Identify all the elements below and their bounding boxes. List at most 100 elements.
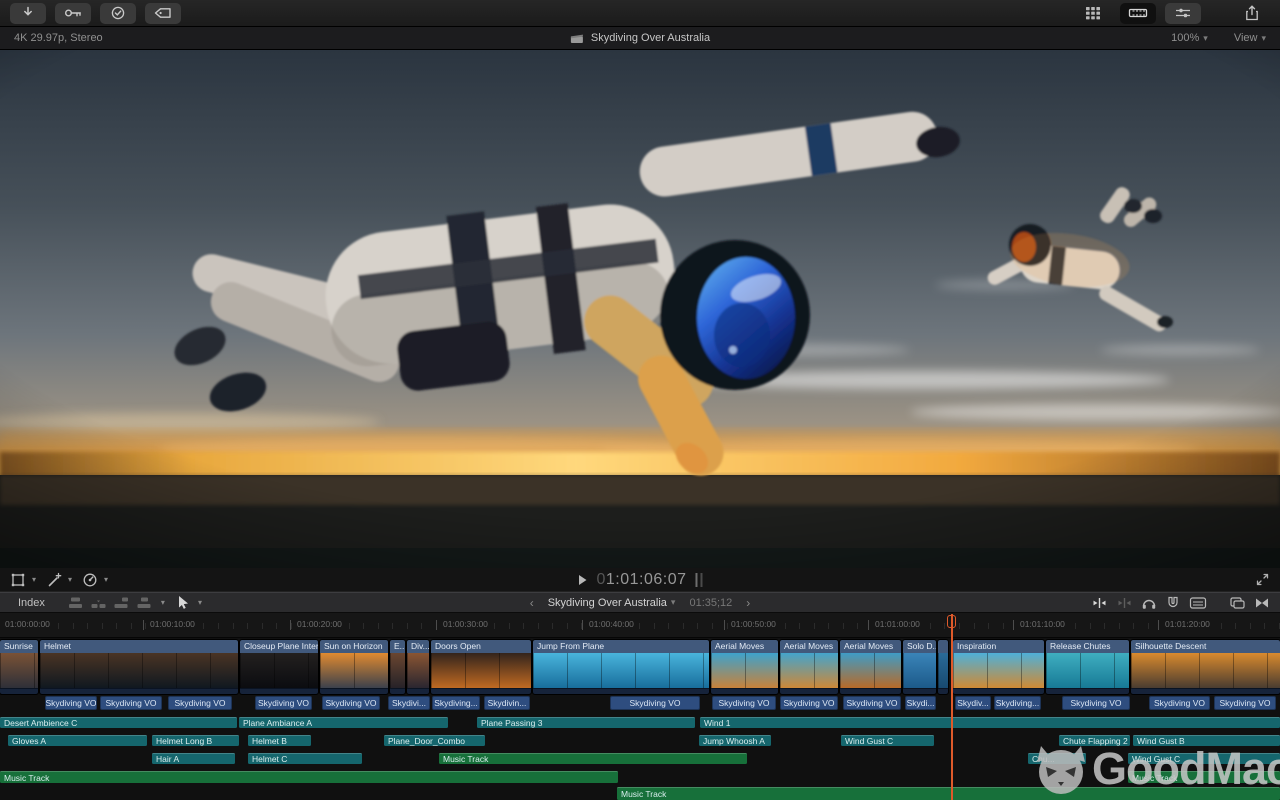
- clip-appearance-icon[interactable]: [1189, 596, 1207, 610]
- solo-icon[interactable]: [1141, 596, 1157, 610]
- voiceover-clip[interactable]: Skydiving VO: [1062, 696, 1130, 710]
- video-clip[interactable]: Aerial Moves: [711, 640, 778, 694]
- video-clip[interactable]: Release Chutes: [1046, 640, 1129, 694]
- video-clip-thumbnails: [0, 653, 38, 688]
- transform-tool-icon[interactable]: [10, 572, 26, 588]
- video-clip[interactable]: Jump From Plane: [533, 640, 709, 694]
- voiceover-clip[interactable]: Skydiving VO: [168, 696, 232, 710]
- audio-clip[interactable]: Desert Ambience C: [0, 717, 237, 728]
- video-clip[interactable]: Closeup Plane Interior: [240, 640, 318, 694]
- chevron-down-icon[interactable]: ▾: [68, 575, 72, 584]
- import-button[interactable]: [10, 3, 46, 24]
- tag-button[interactable]: [145, 3, 181, 24]
- chevron-down-icon[interactable]: ▾: [161, 598, 165, 607]
- video-clip[interactable]: Sunrise: [0, 640, 38, 694]
- voiceover-clip[interactable]: Skydiving VO: [843, 696, 901, 710]
- playhead-line[interactable]: [951, 614, 953, 800]
- video-clip[interactable]: [938, 640, 948, 694]
- voiceover-clip[interactable]: Skydiving VO: [1214, 696, 1276, 710]
- video-clip[interactable]: Helmet: [40, 640, 238, 694]
- transitions-icon[interactable]: [1254, 596, 1270, 610]
- index-button[interactable]: Index: [18, 597, 45, 609]
- viewer-zoom-menu[interactable]: 100%▾: [1171, 32, 1208, 44]
- select-tool-icon[interactable]: [177, 595, 190, 610]
- audio-clip[interactable]: Helmet B: [248, 735, 311, 746]
- audio-clip[interactable]: Plane_Door_Combo: [384, 735, 485, 746]
- playhead-marker[interactable]: [947, 615, 956, 628]
- voiceover-clip[interactable]: Skydiving VO: [45, 696, 97, 710]
- keyword-button[interactable]: [55, 3, 91, 24]
- voiceover-clip[interactable]: Skydiv...: [955, 696, 991, 710]
- ruler-tick-label: 01:00:10:00: [147, 619, 198, 629]
- video-clip-thumbnails: [711, 653, 778, 688]
- chevron-down-icon[interactable]: ▾: [198, 598, 202, 607]
- audio-clip[interactable]: Plane Passing 3: [477, 717, 695, 728]
- filmstrip-view-button[interactable]: [1120, 3, 1156, 24]
- video-clip[interactable]: Inspiration: [953, 640, 1044, 694]
- audio-clip[interactable]: Jump Whoosh A: [699, 735, 771, 746]
- viewer-header: 4K 29.97p, Stereo Skydiving Over Austral…: [0, 27, 1280, 50]
- inspector-button[interactable]: [1165, 3, 1201, 24]
- voiceover-clip[interactable]: Skydiving...: [994, 696, 1041, 710]
- snapping-icon[interactable]: [1165, 596, 1181, 610]
- audio-clip[interactable]: Music Track: [439, 753, 747, 764]
- audio-clip[interactable]: Wind Gust C: [841, 735, 934, 746]
- audio-clip[interactable]: Helmet Long B: [152, 735, 239, 746]
- timecode-display[interactable]: 01:01:06:07: [596, 571, 686, 589]
- timeline-index-icon[interactable]: [1229, 596, 1246, 610]
- voiceover-clip[interactable]: Skydiving VO: [322, 696, 380, 710]
- video-clip[interactable]: Aerial Moves: [840, 640, 901, 694]
- overwrite-edit-icon[interactable]: [136, 596, 153, 610]
- video-clip[interactable]: E...: [390, 640, 405, 694]
- ruler-minor-tick: [1119, 623, 1120, 629]
- skimming-icon[interactable]: [1091, 596, 1108, 610]
- video-clip[interactable]: Solo D...: [903, 640, 936, 694]
- video-clip-title: Closeup Plane Interior: [240, 640, 318, 653]
- connect-edit-icon[interactable]: [67, 596, 84, 610]
- timeline-forward-button[interactable]: ›: [746, 596, 750, 610]
- voiceover-clip[interactable]: Skydiving VO: [780, 696, 838, 710]
- chevron-down-icon[interactable]: ▾: [32, 575, 36, 584]
- share-button[interactable]: [1234, 3, 1270, 24]
- voiceover-clip[interactable]: Skydi...: [905, 696, 936, 710]
- video-clip[interactable]: Aerial Moves: [780, 640, 838, 694]
- audio-clip[interactable]: Helmet C: [248, 753, 362, 764]
- video-clip[interactable]: Silhouette Descent: [1131, 640, 1280, 694]
- voiceover-clip[interactable]: Skydiving VO: [1149, 696, 1210, 710]
- play-button[interactable]: [577, 574, 587, 586]
- video-clip[interactable]: Div...: [407, 640, 429, 694]
- video-clip-title: Sunrise: [0, 640, 38, 653]
- audio-clip[interactable]: Hair A: [152, 753, 235, 764]
- insert-edit-icon[interactable]: [90, 596, 107, 610]
- voiceover-clip[interactable]: Skydiving VO: [100, 696, 162, 710]
- voiceover-clip[interactable]: Skydiving VO: [255, 696, 312, 710]
- ruler-minor-tick: [712, 623, 713, 629]
- voiceover-clip[interactable]: Skydivi...: [388, 696, 430, 710]
- voiceover-clip[interactable]: Skydivin...: [484, 696, 530, 710]
- append-edit-icon[interactable]: [113, 596, 130, 610]
- audio-clip[interactable]: Wind 1: [700, 717, 1280, 728]
- audio-clip[interactable]: Music Track: [0, 771, 618, 783]
- viewer-view-menu[interactable]: View▾: [1234, 32, 1266, 44]
- voiceover-clip[interactable]: Skydiving VO: [712, 696, 776, 710]
- timeline-back-button[interactable]: ‹: [530, 596, 534, 610]
- color-correction-icon[interactable]: [82, 572, 98, 588]
- chevron-down-icon[interactable]: ▾: [104, 575, 108, 584]
- ruler-minor-tick: [683, 623, 684, 629]
- ruler-minor-tick: [857, 623, 858, 629]
- timeline-ruler[interactable]: 01:00:00:0001:00:10:0001:00:20:0001:00:3…: [0, 613, 1280, 638]
- video-clip[interactable]: Sun on Horizon: [320, 640, 388, 694]
- voiceover-clip[interactable]: Skydiving...: [432, 696, 480, 710]
- timeline-project-menu[interactable]: Skydiving Over Australia▾: [548, 597, 676, 609]
- voiceover-clip[interactable]: Skydiving VO: [610, 696, 700, 710]
- audio-skimming-icon[interactable]: [1116, 596, 1133, 610]
- ruler-minor-tick: [639, 623, 640, 629]
- browser-grid-button[interactable]: [1075, 3, 1111, 24]
- ruler-minor-tick: [1250, 623, 1251, 629]
- fullscreen-icon[interactable]: [1255, 572, 1270, 587]
- check-button[interactable]: [100, 3, 136, 24]
- audio-clip[interactable]: Plane Ambiance A: [239, 717, 448, 728]
- video-clip[interactable]: Doors Open: [431, 640, 531, 694]
- audio-clip[interactable]: Gloves A: [8, 735, 147, 746]
- effects-wand-icon[interactable]: [46, 572, 62, 588]
